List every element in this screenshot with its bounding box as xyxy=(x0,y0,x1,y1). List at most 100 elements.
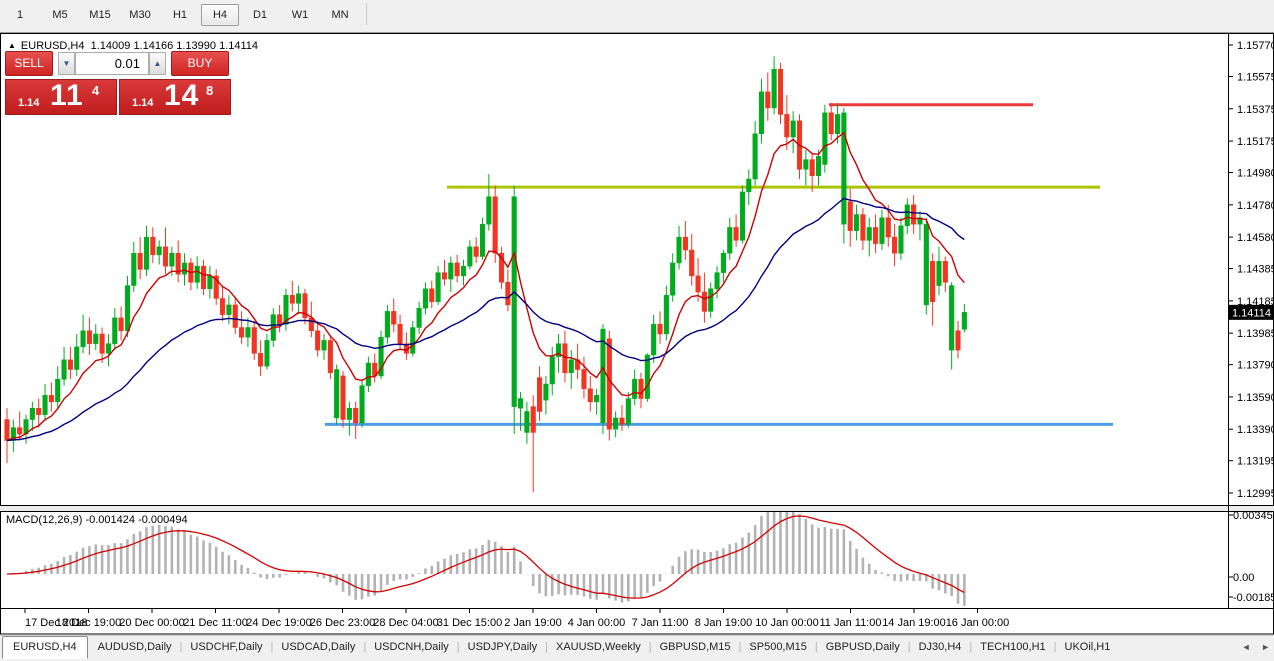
moving-average-fast xyxy=(7,133,964,441)
time-axis-label: 11 Jan 11:00 xyxy=(820,617,882,629)
candle-body xyxy=(550,357,555,384)
candle-body xyxy=(309,318,314,331)
chart-window: 1.157701.155751.153751.151751.149801.147… xyxy=(0,33,1274,635)
chart-tab-tech100-h1[interactable]: TECH100,H1 xyxy=(970,637,1055,658)
volume-input[interactable] xyxy=(75,52,149,75)
bid-main-digits: 11 xyxy=(50,79,84,113)
timeframe-button-H4[interactable]: H4 xyxy=(201,4,239,26)
candle-body xyxy=(867,227,872,240)
bid-pipette: 4 xyxy=(92,83,99,98)
candle-body xyxy=(651,324,656,355)
candle-body xyxy=(239,328,244,338)
chart-tab-eurusd-h4[interactable]: EURUSD,H4 xyxy=(2,636,88,659)
chart-tab-xauusd-weekly[interactable]: XAUUSD,Weekly xyxy=(546,637,651,658)
candle-body xyxy=(607,339,612,429)
candle-body xyxy=(290,295,295,303)
time-axis-label: 7 Jan 11:00 xyxy=(632,617,689,629)
timeframe-button-M30[interactable]: M30 xyxy=(121,4,159,26)
candle-body xyxy=(620,418,625,424)
candle-body xyxy=(55,379,60,402)
candle-body xyxy=(658,324,663,334)
timeframe-button-W1[interactable]: W1 xyxy=(281,4,319,26)
chart-tab-usdjpy-daily[interactable]: USDJPY,Daily xyxy=(458,637,548,658)
candle-body xyxy=(125,286,130,331)
candle-body xyxy=(905,205,910,226)
candle-body xyxy=(315,331,320,350)
sell-button[interactable]: SELL xyxy=(5,51,53,76)
timeframe-button-M15[interactable]: M15 xyxy=(81,4,119,26)
candle-body xyxy=(151,237,156,255)
candle-body xyxy=(436,273,441,302)
candle-body xyxy=(873,227,878,243)
time-axis-label: 14 Jan 19:00 xyxy=(882,617,946,629)
chart-tab-gbpusd-m15[interactable]: GBPUSD,M15 xyxy=(650,637,741,658)
candle-body xyxy=(322,340,327,350)
candle-body xyxy=(823,113,828,165)
collapse-icon[interactable]: ▲ xyxy=(8,41,16,50)
volume-decrease-icon[interactable]: ▼ xyxy=(58,52,75,75)
candle-body xyxy=(582,369,587,388)
candle-body xyxy=(727,227,732,253)
candle-body xyxy=(398,324,403,343)
buy-button[interactable]: BUY xyxy=(171,51,229,76)
candle-body xyxy=(227,305,232,315)
chart-tab-usdchf-daily[interactable]: USDCHF,Daily xyxy=(180,637,272,658)
candle-body xyxy=(518,399,523,409)
price-axis-label: 1.12995 xyxy=(1237,488,1274,500)
time-axis-label: 28 Dec 04:00 xyxy=(373,617,438,629)
candle-body xyxy=(49,395,54,401)
timeframe-button-1[interactable]: 1 xyxy=(1,4,39,26)
chart-tab-usdcnh-daily[interactable]: USDCNH,Daily xyxy=(364,637,459,658)
ask-prefix: 1.14 xyxy=(132,97,153,109)
tabs-scroll-left-icon[interactable]: ◄ xyxy=(1242,642,1251,652)
candle-body xyxy=(785,114,790,137)
candle-body xyxy=(626,399,631,425)
pane-splitter[interactable] xyxy=(0,506,1274,511)
candle-body xyxy=(62,360,67,379)
candle-body xyxy=(721,253,726,272)
candle-body xyxy=(525,411,530,432)
candle-body xyxy=(740,192,745,240)
candle-body xyxy=(138,253,143,269)
candle-body xyxy=(677,237,682,263)
candle-body xyxy=(493,197,498,254)
timeframe-button-D1[interactable]: D1 xyxy=(241,4,279,26)
candle-body xyxy=(645,355,650,399)
chart-tab-sp500-m15[interactable]: SP500,M15 xyxy=(739,637,816,658)
candle-body xyxy=(696,276,701,292)
candle-body xyxy=(106,344,111,354)
chart-tab-gbpusd-daily[interactable]: GBPUSD,Daily xyxy=(816,637,910,658)
candle-body xyxy=(949,286,954,351)
candle-body xyxy=(132,253,137,285)
candle-body xyxy=(119,318,124,331)
chart-tab-dj30-h4[interactable]: DJ30,H4 xyxy=(909,637,972,658)
candle-body xyxy=(734,227,739,240)
ask-price-button[interactable]: 1.14 14 8 xyxy=(119,79,231,115)
candle-body xyxy=(87,331,92,344)
time-axis-label: 24 Dec 19:00 xyxy=(246,617,311,629)
price-axis-label: 1.14580 xyxy=(1237,232,1274,244)
timeframe-button-H1[interactable]: H1 xyxy=(161,4,199,26)
chart-tab-audusd-daily[interactable]: AUDUSD,Daily xyxy=(88,637,182,658)
chart-tab-ukoil-h1[interactable]: UKOil,H1 xyxy=(1055,637,1121,658)
candle-body xyxy=(854,215,859,231)
price-axis-label: 1.13985 xyxy=(1237,328,1274,340)
bid-price-button[interactable]: 1.14 11 4 xyxy=(5,79,117,115)
price-chart-canvas[interactable]: 1.157701.155751.153751.151751.149801.147… xyxy=(0,33,1274,635)
timeframe-button-M5[interactable]: M5 xyxy=(41,4,79,26)
candle-body xyxy=(68,360,73,370)
time-axis-label: 21 Dec 11:00 xyxy=(183,617,248,629)
one-click-trading-panel: SELL ▼ ▲ BUY 1.14 11 4 1.14 14 8 xyxy=(5,51,229,113)
tabs-scroll-right-icon[interactable]: ► xyxy=(1261,642,1270,652)
volume-increase-icon[interactable]: ▲ xyxy=(149,52,166,75)
timeframe-button-MN[interactable]: MN xyxy=(321,4,359,26)
candle-body xyxy=(461,266,466,276)
candle-body xyxy=(385,311,390,337)
candle-body xyxy=(588,389,593,402)
candle-body xyxy=(81,331,86,347)
chart-tab-usdcad-daily[interactable]: USDCAD,Daily xyxy=(271,637,365,658)
candle-body xyxy=(43,395,48,414)
candle-body xyxy=(544,384,549,400)
candle-body xyxy=(670,263,675,295)
time-axis-label: 31 Dec 15:00 xyxy=(437,617,502,629)
